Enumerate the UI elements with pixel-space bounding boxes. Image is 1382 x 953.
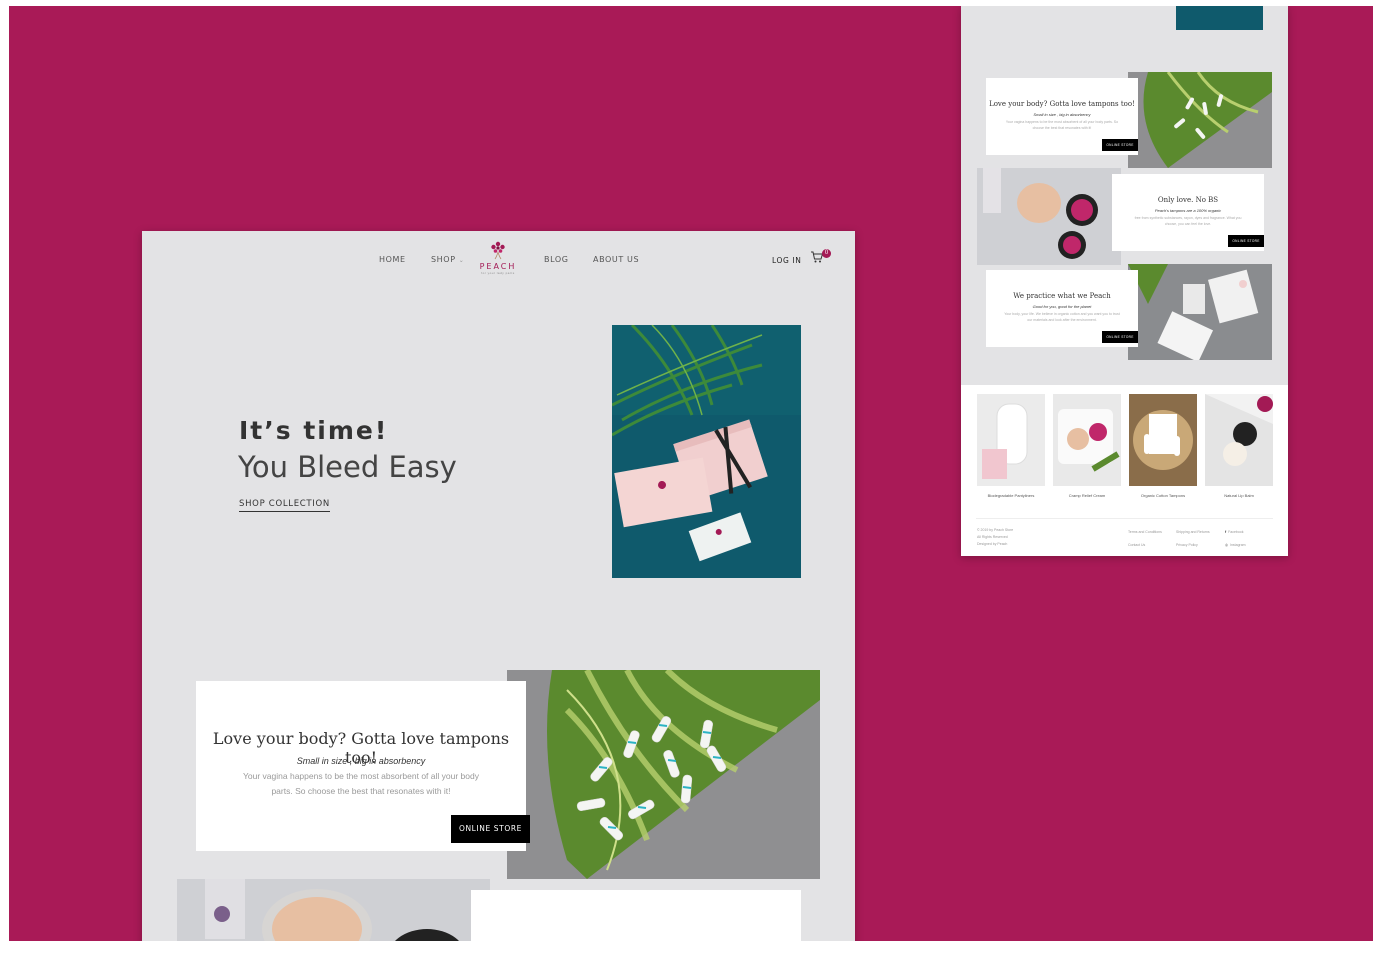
peach-logo[interactable]: PEACH for your lady parts [474,239,522,275]
footer-instagram-link[interactable]: ◎ Instagram [1225,542,1246,549]
packaging-image-small [1128,264,1272,360]
product-name[interactable]: Biodegradable Pantyliners [973,493,1049,498]
footer-instagram-label: Instagram [1230,543,1246,547]
product-image-pantyliners[interactable] [977,394,1045,486]
main-page-mockup: HOME SHOP ⌄ BLOG ABOUT US PEACH for your… [142,231,855,941]
leaf-thumb-art [1128,72,1272,168]
hero-image-thumb [1176,6,1263,30]
online-store-button[interactable]: ONLINE STORE [1102,331,1138,343]
cart-count-badge: 0 [822,249,831,258]
product-grid: Biodegradable Pantyliners Cramp Relief C… [961,385,1288,556]
login-link[interactable]: LOG IN [772,256,801,265]
feature-title: Love your body? Gotta love tampons too! [989,100,1135,108]
online-store-button[interactable]: ONLINE STORE [1228,235,1264,247]
tampons-leaf-image-small [1128,72,1272,168]
shop-collection-link[interactable]: SHOP COLLECTION [239,499,330,512]
footer-social-col: f Facebook ◎ Instagram [1225,529,1246,549]
instagram-icon: ◎ [1225,543,1229,547]
feature-subtitle: Good for you, good for the planet [1032,304,1092,309]
balm-image-small [977,168,1121,265]
balm-image-art [177,879,490,941]
feature-subtitle: Small in size , big in absorbency [296,756,426,766]
feature-body: free from synthetic substances, rayon, d… [1134,216,1242,226]
footer-links-col2: Shipping and Returns Privacy Policy [1176,529,1210,549]
lip-balm-art [1205,394,1273,486]
chevron-down-icon: ⌄ [458,257,465,264]
feature-card-practice-small: We practice what we Peach Good for you, … [986,270,1138,347]
footer-credit: Designed by Peach [977,542,1008,546]
feature-card-tampons: Love your body? Gotta love tampons too! … [196,681,530,851]
online-store-button[interactable]: ONLINE STORE [1102,139,1138,151]
feature-title: Only love. No BS [1157,196,1219,204]
magenta-background: HOME SHOP ⌄ BLOG ABOUT US PEACH for your… [9,6,1373,941]
nav-shop-label: SHOP [431,255,456,264]
feature-card-organic-small: Only love. No BS Peach's tampons are a 1… [1112,174,1264,251]
peach-flower-icon [491,241,505,260]
packaging-thumb-art [1128,264,1272,360]
product-image-cramp-cream[interactable] [1053,394,1121,486]
logo-wordmark: PEACH [479,262,517,271]
nav-blog[interactable]: BLOG [544,255,569,264]
right-page-mockup: Love your body? Gotta love tampons too! … [961,6,1288,556]
footer-divider [976,518,1273,519]
hero-title: You Bleed Easy [238,450,457,484]
tampons-art [1129,394,1197,486]
pantyliners-art [977,394,1045,486]
feature-subtitle: Peach's tampons are a 100% organic [1154,208,1222,213]
feature-body: Your vagina happens to be the most absor… [243,771,479,796]
product-image-lip-balm[interactable] [1205,394,1273,486]
hero-eyebrow: It’s time! [239,416,389,445]
top-navigation: HOME SHOP ⌄ BLOG ABOUT US PEACH for your… [142,231,855,291]
feature-body: Your vagina happens to be the most absor… [1005,120,1119,130]
footer-facebook-link[interactable]: f Facebook [1225,529,1246,536]
footer-copyright-block: © 2019 by Peach Store All Rights Reserve… [977,527,1013,548]
hero-image-art [612,325,801,578]
nav-shop[interactable]: SHOP ⌄ [431,255,464,264]
footer-copyright: © 2019 by Peach Store [977,528,1014,532]
footer-links-col1: Terms and Conditions Contact Us [1128,529,1162,549]
feature-body: Your body, your life. We believe in orga… [1004,312,1120,322]
facebook-icon: f [1225,530,1227,534]
tampons-on-leaf-image [507,670,820,879]
feature-card-organic [471,890,801,941]
footer-rights: All Rights Reserved [977,535,1008,539]
cart-button[interactable]: 0 [810,249,831,266]
footer-terms-link[interactable]: Terms and Conditions [1128,529,1162,536]
leaf-image-art [507,670,820,879]
hero-product-image [612,325,801,578]
nav-about[interactable]: ABOUT US [593,255,639,264]
feature-title: We practice what we Peach [1013,292,1111,300]
footer-privacy-link[interactable]: Privacy Policy [1176,542,1210,549]
online-store-button[interactable]: ONLINE STORE [451,815,530,843]
footer-facebook-label: Facebook [1228,530,1244,534]
product-name[interactable]: Organic Cotton Tampons [1125,493,1201,498]
footer-contact-link[interactable]: Contact Us [1128,542,1162,549]
footer-shipping-link[interactable]: Shipping and Returns [1176,529,1210,536]
product-image-tampons[interactable] [1129,394,1197,486]
product-name[interactable]: Cramp Relief Cream [1049,493,1125,498]
nav-home[interactable]: HOME [379,255,406,264]
feature-card-tampons-small: Love your body? Gotta love tampons too! … [986,78,1138,155]
logo-tagline: for your lady parts [481,271,515,275]
balm-thumb-art [977,168,1121,265]
product-name[interactable]: Natural Lip Balm [1201,493,1277,498]
cramp-cream-art [1053,394,1121,486]
feature-subtitle: Small in size , big in absorbency [1033,112,1091,117]
balm-product-image [177,879,490,941]
